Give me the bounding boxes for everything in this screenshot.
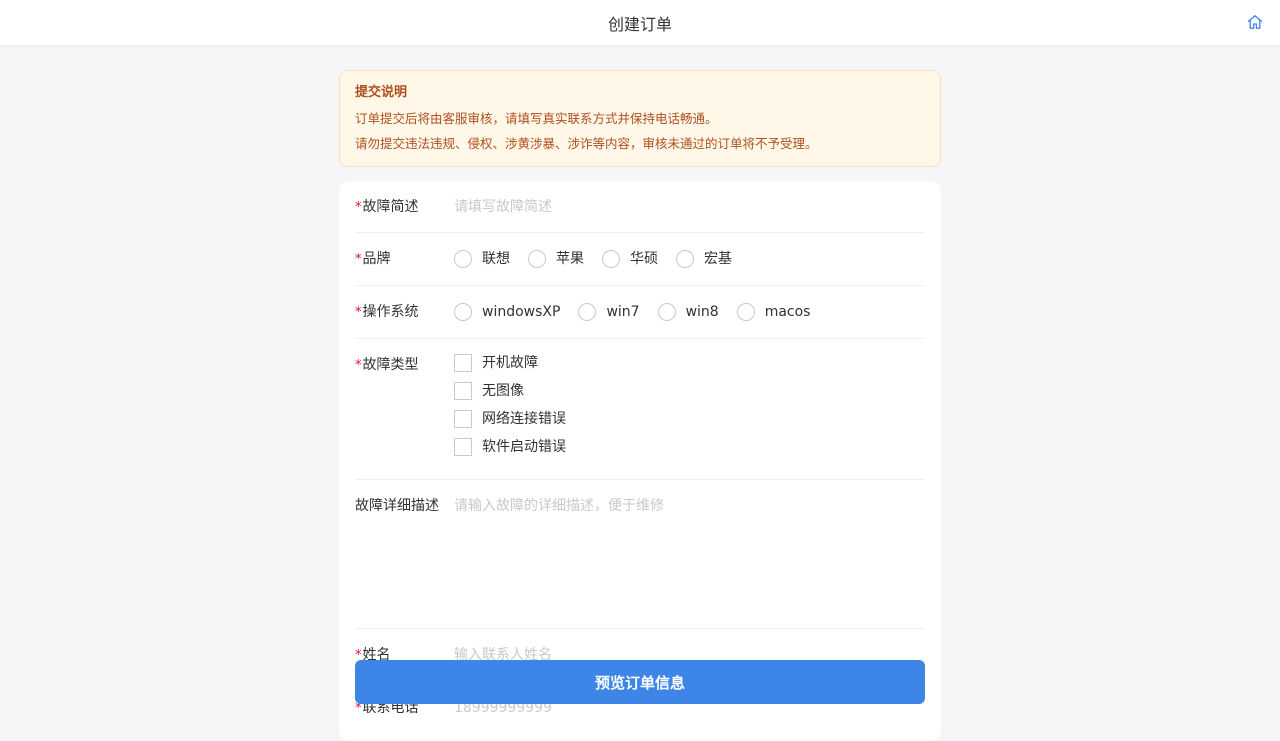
- os-row: *操作系统 windowsXP win7 win8 macos: [355, 286, 925, 339]
- fault-type-checkbox-group: 开机故障 无图像 网络连接错误 软件启动错误: [454, 353, 925, 465]
- brand-radio-asus[interactable]: 华硕: [602, 249, 658, 269]
- fault-summary-label: *故障简述: [355, 199, 419, 215]
- required-mark: *: [355, 252, 362, 267]
- notice-title: 提交说明: [355, 85, 408, 100]
- fault-detail-textarea[interactable]: 请输入故障的详细描述，便于维修: [454, 496, 925, 616]
- brand-radio-apple[interactable]: 苹果: [528, 249, 584, 269]
- main-content: 提交说明 订单提交后将由客服审核，请填写真实联系方式并保持电话畅通。 请勿提交违…: [339, 70, 941, 741]
- page-title: 创建订单: [607, 14, 672, 34]
- checkbox-square-icon: [454, 354, 472, 372]
- radio-circle-icon: [676, 250, 694, 268]
- radio-circle-icon: [657, 303, 676, 321]
- radio-circle-icon: [454, 303, 472, 321]
- radio-circle-icon: [578, 303, 597, 321]
- brand-radio-lenovo[interactable]: 联想: [454, 249, 510, 269]
- required-mark: *: [355, 200, 362, 215]
- nav-bar: 创建订单: [0, 0, 1280, 45]
- os-radio-macos[interactable]: macos: [736, 302, 810, 322]
- required-mark: *: [355, 305, 362, 320]
- os-radio-win7[interactable]: win7: [578, 302, 640, 322]
- fault-detail-row: 故障详细描述 请输入故障的详细描述，便于维修: [355, 480, 925, 629]
- os-radio-group: windowsXP win7 win8 macos: [454, 302, 925, 322]
- order-form: *故障简述 请填写故障简述 *品牌 联想 苹果 华硕 宏基 *操作系统 wind…: [339, 181, 941, 741]
- required-mark: *: [355, 358, 362, 373]
- brand-radio-acer[interactable]: 宏基: [676, 249, 732, 269]
- preview-order-button[interactable]: 预览订单信息: [355, 660, 925, 704]
- notice-box: 提交说明 订单提交后将由客服审核，请填写真实联系方式并保持电话畅通。 请勿提交违…: [339, 70, 941, 167]
- radio-circle-icon: [454, 250, 472, 268]
- radio-circle-icon: [736, 303, 755, 321]
- fault-detail-label: 故障详细描述: [355, 498, 439, 514]
- fault-type-checkbox-software[interactable]: 软件启动错误: [454, 437, 925, 457]
- fault-type-label: *故障类型: [355, 357, 419, 373]
- os-radio-win8[interactable]: win8: [657, 302, 719, 322]
- radio-circle-icon: [602, 250, 620, 268]
- checkbox-square-icon: [454, 382, 472, 400]
- fault-type-checkbox-no-image[interactable]: 无图像: [454, 381, 925, 401]
- fault-summary-input[interactable]: 请填写故障简述: [454, 197, 925, 217]
- fault-summary-row: *故障简述 请填写故障简述: [355, 181, 925, 233]
- notice-line-1: 订单提交后将由客服审核，请填写真实联系方式并保持电话畅通。: [355, 111, 718, 126]
- fault-type-checkbox-boot[interactable]: 开机故障: [454, 353, 925, 373]
- radio-circle-icon: [528, 250, 546, 268]
- brand-label: *品牌: [355, 251, 391, 267]
- os-label: *操作系统: [355, 304, 419, 320]
- brand-radio-group: 联想 苹果 华硕 宏基: [454, 249, 925, 269]
- notice-line-2: 请勿提交违法违规、侵权、涉黄涉暴、涉诈等内容，审核未通过的订单将不予受理。: [355, 136, 818, 151]
- os-radio-windowsxp[interactable]: windowsXP: [454, 302, 560, 322]
- checkbox-square-icon: [454, 438, 472, 456]
- home-button[interactable]: [1246, 13, 1264, 31]
- home-icon: [1247, 15, 1263, 29]
- fault-type-row: *故障类型 开机故障 无图像 网络连接错误 软件启动错误: [355, 339, 925, 480]
- checkbox-square-icon: [454, 410, 472, 428]
- fault-type-checkbox-network[interactable]: 网络连接错误: [454, 409, 925, 429]
- brand-row: *品牌 联想 苹果 华硕 宏基: [355, 233, 925, 286]
